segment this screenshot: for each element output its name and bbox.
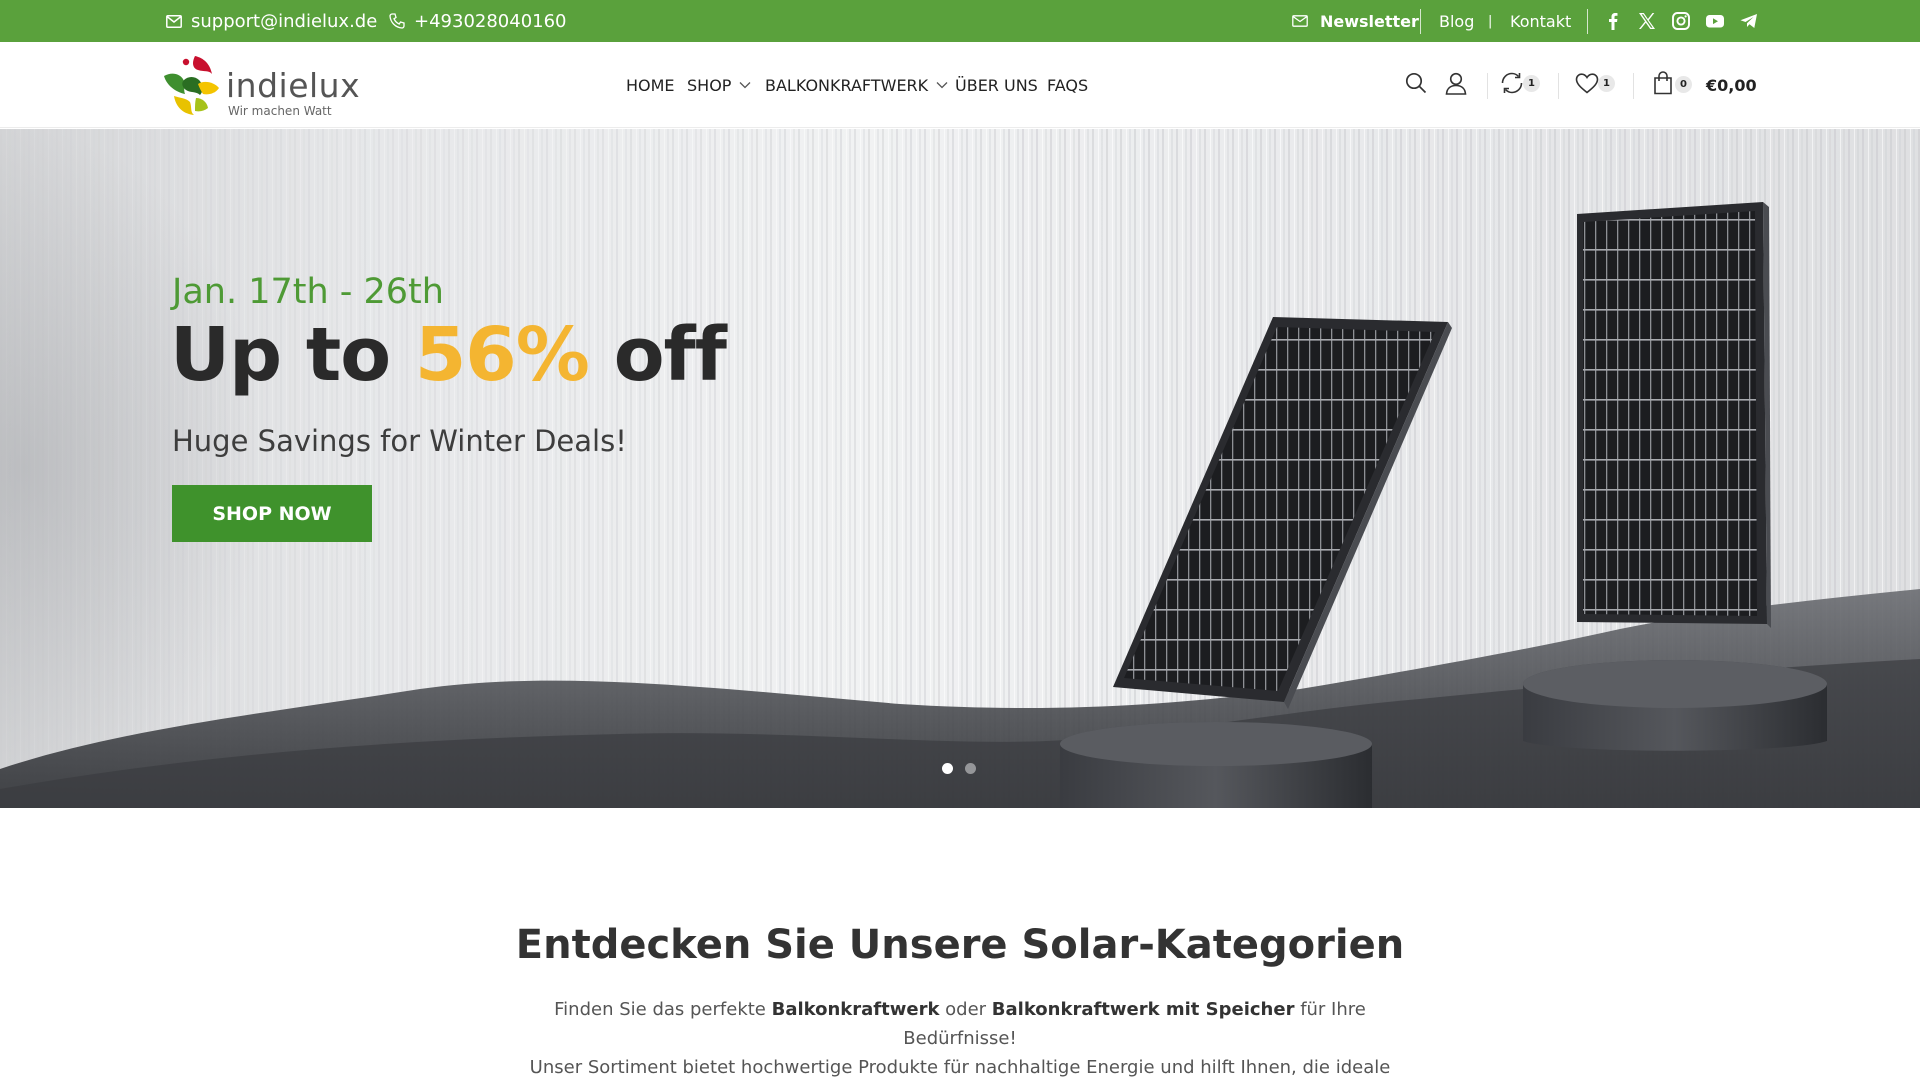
youtube-icon[interactable] bbox=[1705, 11, 1725, 31]
account-icon[interactable] bbox=[1445, 72, 1467, 99]
chevron-down-icon bbox=[739, 82, 751, 89]
hero-headline-suffix: off bbox=[588, 312, 727, 398]
divider bbox=[1487, 73, 1488, 99]
envelope-icon bbox=[1292, 15, 1308, 27]
phone-text: +493028040160 bbox=[414, 10, 567, 32]
separator: | bbox=[1488, 13, 1493, 29]
logo-name: indielux bbox=[226, 66, 361, 105]
solar-panel-image bbox=[1113, 202, 1771, 709]
search-icon[interactable] bbox=[1405, 72, 1427, 98]
cart-total[interactable]: €0,00 bbox=[1706, 42, 1757, 128]
desc-bold-balkonkraftwerk: Balkonkraftwerk bbox=[771, 999, 940, 1020]
nav-balkonkraftwerk[interactable]: BALKONKRAFTWERK bbox=[765, 42, 948, 128]
discount-percent: 56% bbox=[414, 312, 590, 398]
hero-slider: Jan. 17th - 26th Up to 56% off Huge Savi… bbox=[0, 129, 1920, 808]
slider-dot-1[interactable] bbox=[942, 763, 953, 774]
nav-faqs[interactable]: FAQS bbox=[1047, 42, 1088, 128]
section-title: Entdecken Sie Unsere Solar-Kategorien bbox=[515, 922, 1405, 968]
heart-icon bbox=[1575, 73, 1599, 94]
phone-link[interactable]: +493028040160 bbox=[389, 0, 567, 42]
top-bar: support@indielux.de +493028040160 Newsle… bbox=[0, 0, 1920, 42]
cart-count-badge: 0 bbox=[1675, 76, 1692, 93]
compare-count-badge: 1 bbox=[1523, 75, 1540, 92]
cart-button[interactable]: 0 bbox=[1653, 71, 1695, 97]
nav-balkonkraftwerk-label: BALKONKRAFTWERK bbox=[765, 75, 929, 95]
kontakt-link[interactable]: Kontakt bbox=[1510, 0, 1571, 42]
compare-icon bbox=[1501, 72, 1523, 94]
desc-text: Finden Sie das perfekte bbox=[554, 999, 772, 1020]
logo-tagline: Wir machen Watt bbox=[228, 104, 332, 118]
shop-now-button[interactable]: SHOP NOW bbox=[172, 485, 372, 542]
divider bbox=[1420, 9, 1421, 34]
facebook-icon[interactable] bbox=[1603, 11, 1623, 31]
compare-button[interactable]: 1 bbox=[1500, 72, 1540, 96]
newsletter-label: Newsletter bbox=[1320, 11, 1419, 31]
site-header: indielux Wir machen Watt HOME SHOP BALKO… bbox=[0, 42, 1920, 128]
divider bbox=[1633, 73, 1634, 99]
logo-mark-icon bbox=[164, 56, 219, 115]
promo-date: Jan. 17th - 26th bbox=[172, 272, 444, 312]
x-twitter-icon[interactable] bbox=[1637, 11, 1657, 31]
hero-subtitle: Huge Savings for Winter Deals! bbox=[172, 424, 627, 458]
nav-home[interactable]: HOME bbox=[626, 42, 675, 128]
nav-shop-label: SHOP bbox=[687, 75, 732, 95]
email-link[interactable]: support@indielux.de bbox=[166, 0, 377, 42]
hero-headline: Up to 56% off bbox=[170, 312, 727, 398]
shopping-bag-icon bbox=[1654, 71, 1672, 95]
newsletter-link[interactable]: Newsletter bbox=[1292, 0, 1419, 42]
desc-bold-speicher: Balkonkraftwerk mit Speicher bbox=[991, 999, 1295, 1020]
desc-text: oder bbox=[939, 999, 992, 1020]
desc-text-line2: Unser Sortiment bietet hochwertige Produ… bbox=[529, 1057, 1391, 1078]
wishlist-button[interactable]: 1 bbox=[1575, 72, 1615, 96]
instagram-icon[interactable] bbox=[1671, 11, 1691, 31]
nav-shop[interactable]: SHOP bbox=[687, 42, 751, 128]
hero-headline-prefix: Up to bbox=[170, 312, 415, 398]
chevron-down-icon bbox=[936, 82, 948, 89]
envelope-icon bbox=[166, 14, 182, 28]
slider-dot-2[interactable] bbox=[965, 763, 976, 774]
email-text: support@indielux.de bbox=[191, 10, 378, 32]
nav-ueber-uns[interactable]: ÜBER UNS bbox=[955, 42, 1038, 128]
wishlist-count-badge: 1 bbox=[1598, 75, 1615, 92]
divider bbox=[1587, 9, 1588, 34]
telegram-icon[interactable] bbox=[1739, 11, 1759, 31]
blog-link[interactable]: Blog bbox=[1439, 0, 1474, 42]
section-description: Finden Sie das perfekte Balkonkraftwerk … bbox=[500, 995, 1420, 1080]
phone-icon bbox=[389, 13, 405, 29]
logo[interactable]: indielux Wir machen Watt bbox=[162, 54, 360, 118]
divider bbox=[1558, 73, 1559, 99]
